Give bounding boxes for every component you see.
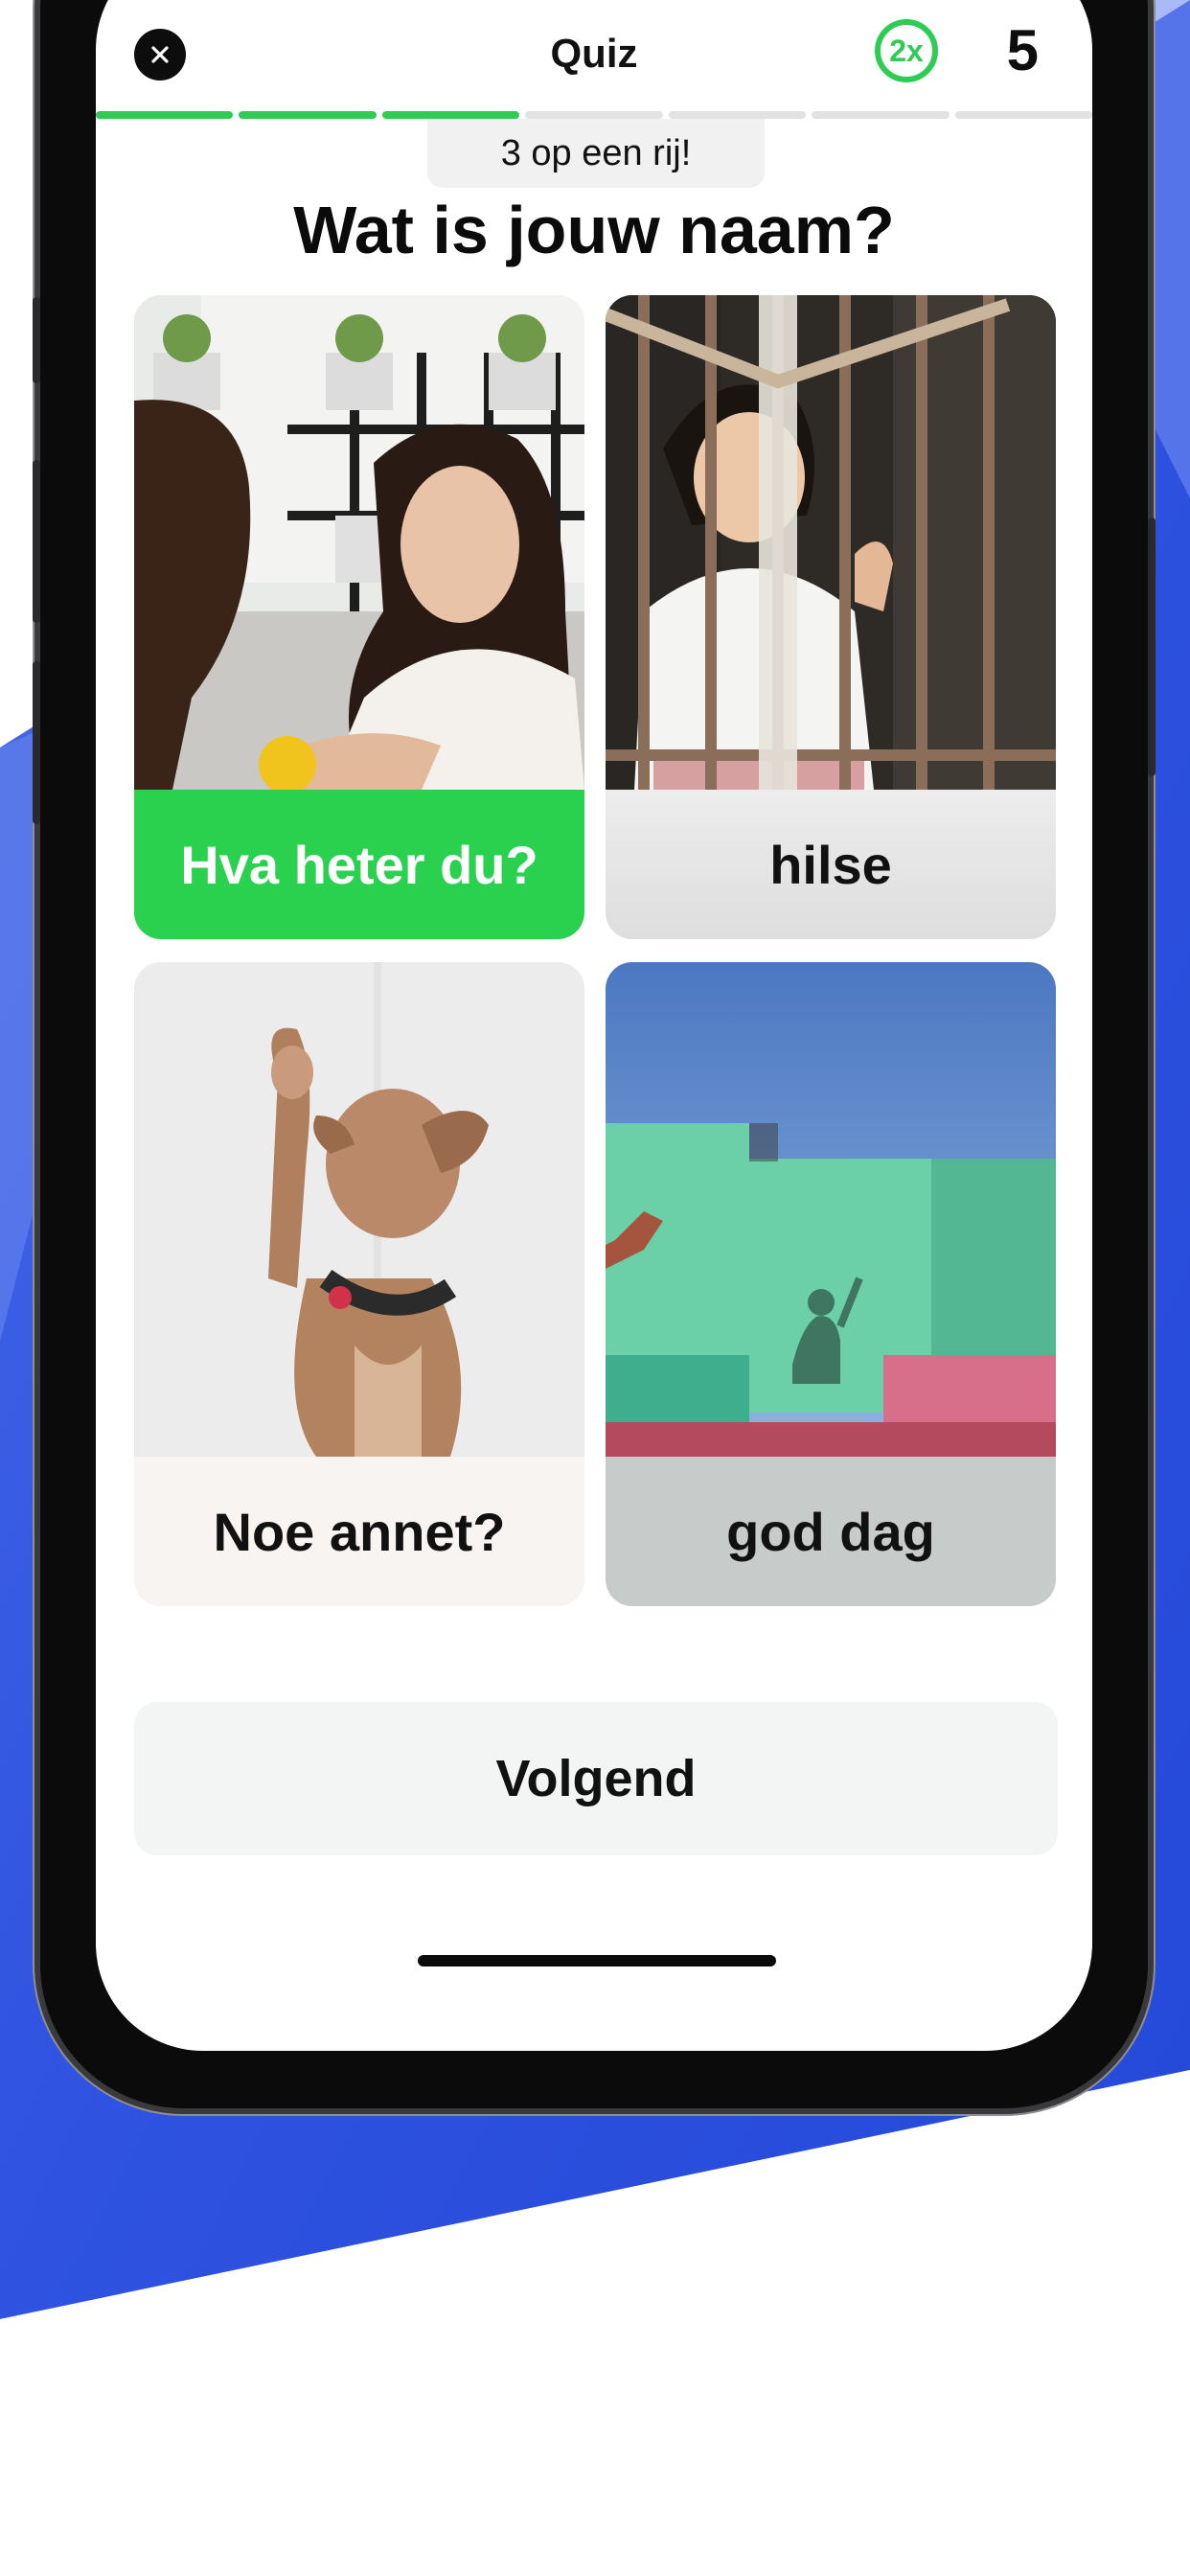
answer-option-label: Hva heter du? (134, 790, 584, 939)
answer-option-label: hilse (606, 790, 1056, 939)
progress-segment (525, 111, 663, 119)
dog-raising-paw-photo (134, 962, 584, 1457)
answer-option-2[interactable]: hilse (606, 295, 1056, 939)
answer-option-4[interactable]: god dag (606, 962, 1056, 1606)
score-counter: 5 (1006, 18, 1039, 82)
progress-segment (668, 111, 807, 119)
progress-bar (96, 111, 1092, 119)
question-text: Wat is jouw naam? (293, 193, 895, 267)
answer-option-3[interactable]: Noe annet? (134, 962, 584, 1606)
waving-shadow-on-wall-photo (606, 962, 1056, 1457)
answer-option-label: Noe annet? (134, 1457, 584, 1606)
streak-multiplier-badge: 2x (875, 19, 938, 82)
progress-segment (954, 111, 1092, 119)
progress-segment (812, 111, 950, 119)
app-screen: Quiz 2x 5 3 op een rij! Wat is jouw naam… (96, 0, 1092, 2051)
child-behind-window-bars-photo (606, 295, 1056, 790)
home-indicator[interactable] (418, 1955, 776, 1966)
next-button[interactable]: Volgend (134, 1702, 1058, 1855)
two-women-talking-photo (134, 295, 584, 790)
progress-segment (239, 111, 377, 119)
progress-segment (96, 111, 234, 119)
answer-option-label: god dag (606, 1457, 1056, 1606)
answer-option-1[interactable]: Hva heter du? (134, 295, 584, 939)
progress-segment (381, 111, 520, 119)
streak-message: 3 op een rij! (427, 119, 765, 188)
page-title: Quiz (550, 31, 638, 76)
